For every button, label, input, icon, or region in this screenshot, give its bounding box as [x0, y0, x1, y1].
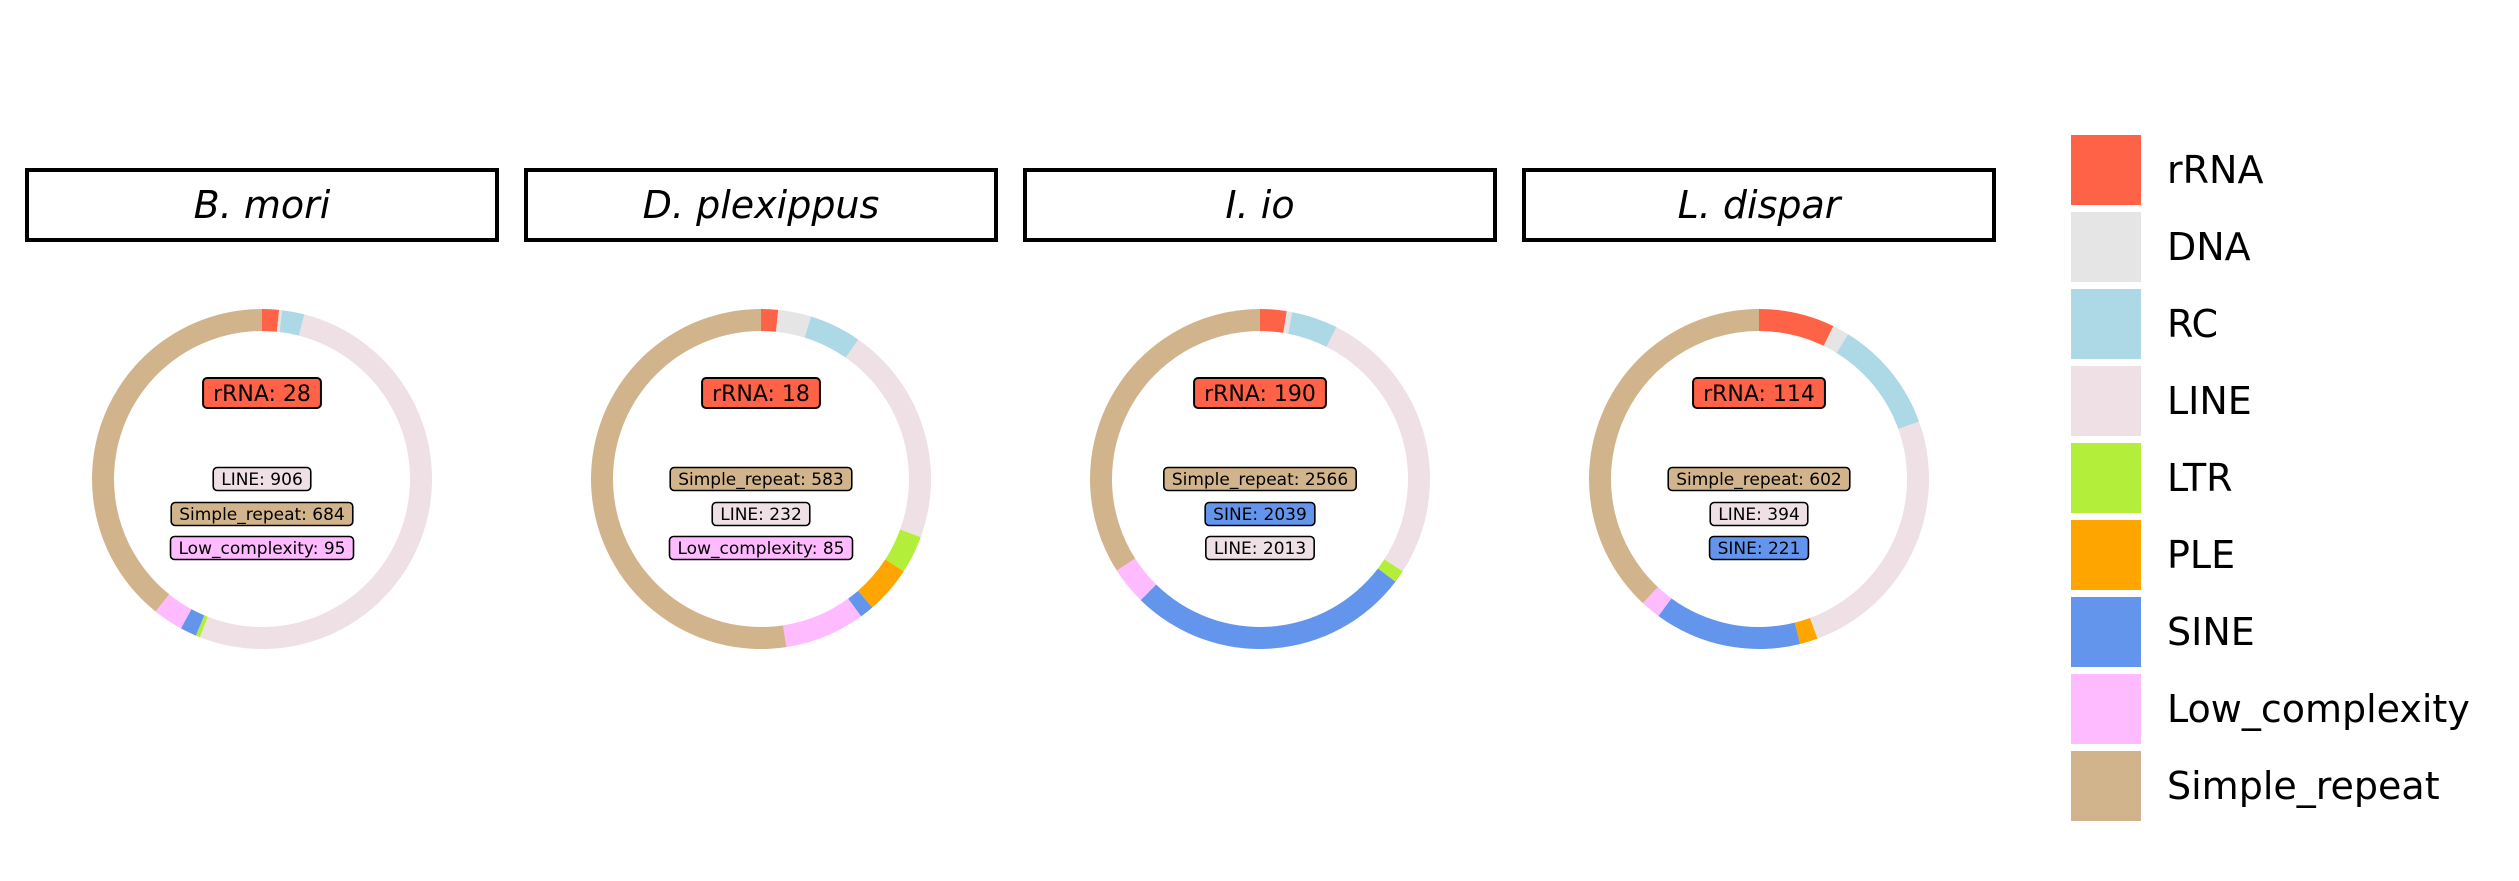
slice-b-mori-simple-repeat [92, 309, 262, 612]
slice-i-io-simple-repeat [1090, 309, 1260, 571]
legend-label-rc: RC [2167, 302, 2218, 346]
label-l-dispar-simple-repeat: Simple_repeat: 602 [1676, 470, 1842, 490]
panels: B. mori rRNA: 28 LINE: 906 Simple_repeat: 6… [25, 168, 1996, 650]
label-b-mori-line: LINE: 906 [221, 470, 303, 490]
slice-i-io-rrna [1260, 309, 1287, 333]
slice-d-plexippus-dna [776, 309, 812, 338]
slice-l-dispar-rrna [1759, 309, 1834, 346]
label-l-dispar-line: LINE: 394 [1718, 505, 1800, 525]
label-l-dispar-sine: SINE: 221 [1718, 539, 1801, 559]
legend-label-low-complexity: Low_complexity [2167, 687, 2470, 731]
label-l-dispar-rrna: rRNA: 114 [1703, 382, 1815, 407]
figure-canvas: B. mori rRNA: 28 LINE: 906 Simple_repeat: 6… [25, 135, 2470, 821]
panel-title-l-dispar: L. dispar [1678, 183, 1843, 227]
label-d-plexippus-simple-repeat: Simple_repeat: 583 [678, 470, 844, 490]
label-b-mori-simple-repeat: Simple_repeat: 684 [179, 505, 345, 525]
label-d-plexippus-line: LINE: 232 [720, 505, 802, 525]
panel-d-plexippus: D. plexippus rRNA: 18 Simple_repeat: 583 LI… [524, 168, 998, 650]
legend-swatch-rrna [2071, 135, 2141, 205]
slice-l-dispar-sine [1658, 598, 1801, 649]
label-i-io-simple-repeat: Simple_repeat: 2566 [1172, 470, 1348, 490]
legend-swatch-dna [2071, 212, 2141, 282]
legend-label-ltr: LTR [2167, 456, 2233, 500]
legend-label-sine: SINE [2167, 610, 2255, 654]
label-i-io-line: LINE: 2013 [1214, 539, 1306, 559]
legend-label-ple: PLE [2167, 533, 2235, 577]
legend: rRNA DNA RC LINE LTR PLE SINE Low_complexity Sim… [2071, 135, 2470, 821]
panel-title-b-mori: B. mori [194, 183, 331, 227]
legend-label-rrna: rRNA [2167, 148, 2263, 192]
legend-label-dna: DNA [2167, 225, 2251, 269]
label-d-plexippus-rrna: rRNA: 18 [712, 382, 810, 407]
slice-i-io-line [1326, 327, 1430, 572]
slice-i-io-sine [1140, 568, 1396, 649]
label-i-io-sine: SINE: 2039 [1213, 505, 1307, 525]
label-d-plexippus-low-complexity: Low_complexity: 85 [678, 539, 845, 559]
slice-l-dispar-rc [1836, 334, 1920, 430]
label-b-mori-rrna: rRNA: 28 [213, 382, 311, 407]
legend-swatch-ple [2071, 520, 2141, 590]
panel-l-dispar: L. dispar rRNA: 114 Simple_repeat: 602 LINE… [1522, 168, 1996, 649]
label-b-mori-low-complexity: Low_complexity: 95 [179, 539, 346, 559]
legend-swatch-ltr [2071, 443, 2141, 513]
panel-i-io: I. io rRNA: 190 Simple_repeat: 2566 SINE: 2… [1023, 168, 1497, 649]
slice-d-plexippus-line [845, 339, 932, 538]
legend-swatch-simple-repeat [2071, 751, 2141, 821]
panel-title-d-plexippus: D. plexippus [643, 183, 880, 227]
legend-swatch-rc [2071, 289, 2141, 359]
legend-swatch-low-complexity [2071, 674, 2141, 744]
slice-l-dispar-line [1809, 421, 1929, 639]
legend-label-line: LINE [2167, 379, 2252, 423]
legend-label-simple-repeat: Simple_repeat [2167, 764, 2440, 808]
slice-b-mori-rrna [262, 309, 280, 332]
panel-title-i-io: I. io [1225, 183, 1294, 227]
legend-swatch-sine [2071, 597, 2141, 667]
legend-swatch-line [2071, 366, 2141, 436]
label-i-io-rrna: rRNA: 190 [1204, 382, 1316, 407]
panel-b-mori: B. mori rRNA: 28 LINE: 906 Simple_repeat: 6… [25, 168, 499, 649]
slice-d-plexippus-low-complexity [783, 598, 862, 648]
slice-d-plexippus-rrna [761, 309, 779, 332]
